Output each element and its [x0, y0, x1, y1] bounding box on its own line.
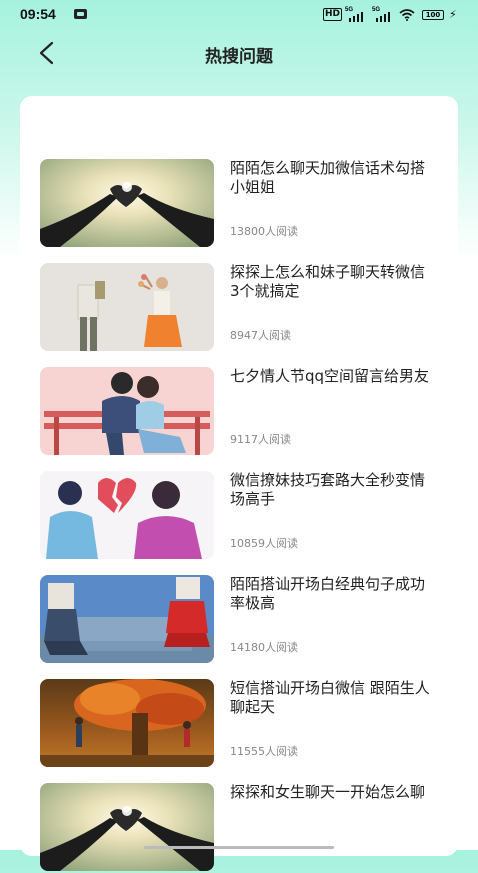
read-count: 9117人阅读 [230, 433, 291, 446]
signal-icon: 5G [345, 7, 367, 22]
article-thumbnail [40, 367, 214, 455]
network-label: 5G [372, 7, 381, 13]
article-thumbnail [40, 679, 214, 767]
read-count: 10859人阅读 [230, 537, 298, 550]
article-title: 微信撩妹技巧套路大全秒变情场高手 [230, 471, 426, 508]
list-item[interactable]: 短信搭讪开场白微信 跟陌生人聊起天 11555人阅读 [40, 679, 440, 769]
article-title: 探探和女生聊天一开始怎么聊 [230, 783, 426, 801]
read-count: 13800人阅读 [230, 225, 298, 238]
article-thumbnail [40, 159, 214, 247]
list-item[interactable]: 陌陌搭讪开场白经典句子成功率极高 14180人阅读 [40, 575, 440, 665]
article-thumbnail [40, 575, 214, 663]
battery-icon: 100 [422, 10, 444, 20]
list-item[interactable]: 七夕情人节qq空间留言给男友 9117人阅读 [40, 367, 440, 457]
status-bar: 09:54 HD 5G 5G 100 ⚡ [0, 0, 478, 30]
page-title: 热搜问题 [205, 47, 273, 67]
article-title: 七夕情人节qq空间留言给男友 [230, 367, 430, 385]
hd-icon: HD [323, 8, 343, 21]
notification-icon [74, 9, 87, 19]
list-item[interactable]: 微信撩妹技巧套路大全秒变情场高手 10859人阅读 [40, 471, 440, 561]
read-count: 11555人阅读 [230, 745, 298, 758]
status-time: 09:54 [20, 6, 56, 22]
article-thumbnail [40, 783, 214, 871]
article-thumbnail [40, 471, 214, 559]
list-item[interactable]: 探探和女生聊天一开始怎么聊 [40, 783, 440, 873]
article-title: 陌陌搭讪开场白经典句子成功率极高 [230, 575, 426, 612]
article-title: 探探上怎么和妹子聊天转微信 3个就搞定 [230, 263, 426, 300]
list-item[interactable]: 陌陌怎么聊天加微信话术勾搭小姐姐 13800人阅读 [40, 159, 440, 249]
signal-icon: 5G [372, 7, 394, 22]
network-label: 5G [345, 7, 354, 13]
article-thumbnail [40, 263, 214, 351]
article-title: 短信搭讪开场白微信 跟陌生人聊起天 [230, 679, 430, 716]
read-count: 8947人阅读 [230, 329, 291, 342]
read-count: 14180人阅读 [230, 641, 298, 654]
charging-icon: ⚡ [449, 8, 457, 21]
wifi-icon [399, 9, 415, 21]
list-item[interactable]: 探探上怎么和妹子聊天转微信 3个就搞定 8947人阅读 [40, 263, 440, 353]
home-indicator[interactable] [144, 846, 334, 849]
article-title: 陌陌怎么聊天加微信话术勾搭小姐姐 [230, 159, 426, 196]
